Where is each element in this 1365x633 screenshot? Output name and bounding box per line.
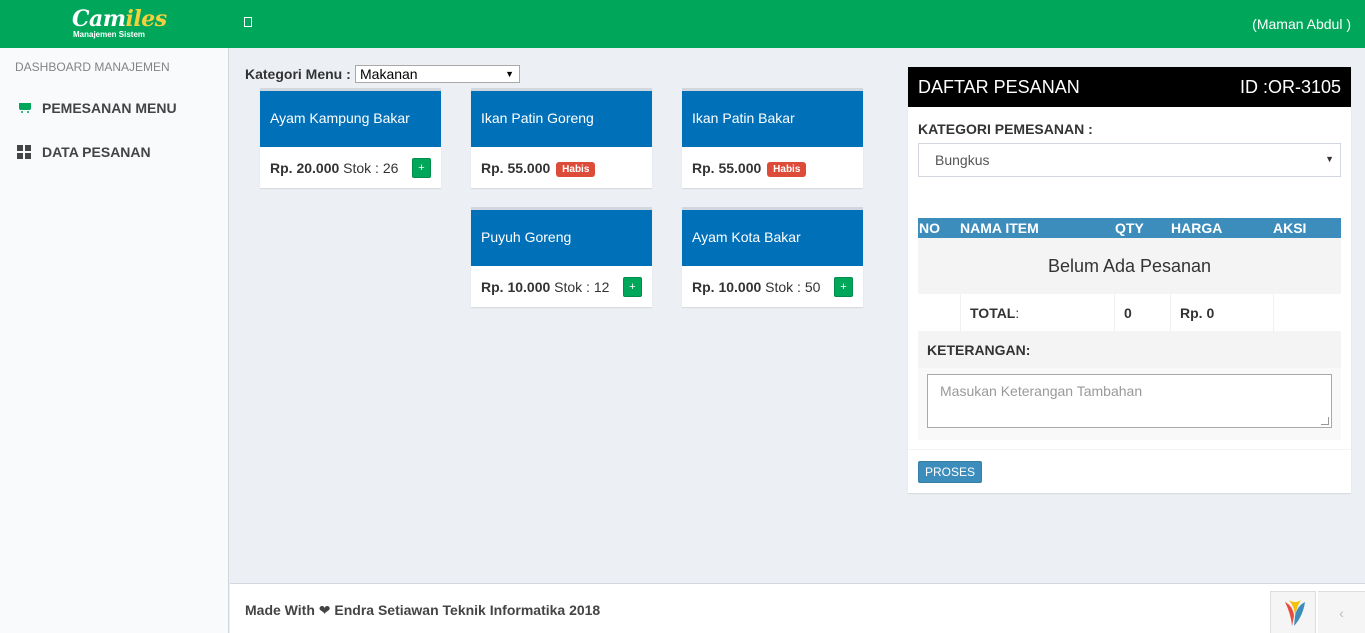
order-table-header: NO NAMA ITEM QTY HARGA AKSI (918, 218, 1341, 238)
total-label: TOTAL: (970, 305, 1020, 321)
menu-card: Ikan Patin Bakar Rp. 55.000 Habis (682, 88, 863, 188)
total-row: TOTAL: 0 Rp. 0 (918, 294, 1341, 332)
keterangan-label: KETERANGAN: (918, 332, 1341, 368)
kategori-pemesanan-label: KATEGORI PEMESANAN : (918, 121, 1093, 137)
add-to-order-button[interactable]: + (412, 158, 431, 178)
order-id: ID :OR-3105 (1239, 76, 1341, 97)
proses-button[interactable]: PROSES (918, 461, 983, 483)
shopping-cart-icon (17, 101, 33, 115)
user-menu[interactable]: (Maman Abdul ) (1252, 16, 1351, 32)
menu-card: Puyuh Goreng Rp. 10.000 Stok : 12 + (471, 207, 652, 307)
column-header: AKSI (1273, 220, 1307, 236)
footer: Made With ❤ Endra Setiawan Teknik Inform… (230, 583, 1365, 633)
menu-item-price: Rp. 10.000 (481, 279, 551, 295)
menu-item-name: Ikan Patin Goreng (471, 91, 652, 147)
column-header: NO (919, 220, 940, 236)
menu-card: Ayam Kampung Bakar Rp. 20.000 Stok : 26 … (260, 88, 441, 188)
camiles-logo[interactable]: Camiles Manajemen Sistem (72, 8, 167, 44)
menu-item-price: Rp. 55.000 (481, 160, 551, 176)
order-panel: DAFTAR PESANAN ID :OR-3105 KATEGORI PEME… (908, 67, 1351, 493)
sidebar-toggle-icon[interactable] (244, 15, 254, 29)
add-to-order-button[interactable]: + (834, 277, 853, 297)
sidebar-item-data-pesanan[interactable]: DATA PESANAN (0, 132, 229, 172)
column-header: HARGA (1171, 220, 1223, 236)
menu-item-name: Ikan Patin Bakar (682, 91, 863, 147)
order-panel-title: DAFTAR PESANAN (918, 76, 1080, 97)
dropdown-arrow-icon: ▼ (1325, 154, 1334, 164)
menu-card: Ikan Patin Goreng Rp. 55.000 Habis (471, 88, 652, 188)
kategori-menu-label: Kategori Menu : (245, 66, 351, 82)
column-header: QTY (1115, 220, 1144, 236)
menu-item-price: Rp. 55.000 (692, 160, 762, 176)
menu-item-price: Rp. 20.000 (270, 160, 340, 176)
resize-handle-icon[interactable] (1321, 417, 1329, 425)
sold-out-badge: Habis (556, 162, 596, 177)
menu-card: Ayam Kota Bakar Rp. 10.000 Stok : 50 + (682, 207, 863, 307)
total-price: Rp. 0 (1180, 305, 1215, 321)
dashboard-grid-icon (17, 145, 33, 159)
menu-item-stock: Stok : 50 (765, 279, 821, 295)
sidebar-item-label: DATA PESANAN (42, 144, 151, 160)
collapse-chevron-icon[interactable]: ‹ (1318, 591, 1365, 633)
menu-item-stock: Stok : 12 (554, 279, 610, 295)
keterangan-textarea[interactable]: Masukan Keterangan Tambahan (927, 374, 1332, 428)
top-navbar: Camiles Manajemen Sistem (Maman Abdul ) (0, 0, 1365, 48)
menu-item-name: Puyuh Goreng (471, 210, 652, 266)
sidebar-item-pemesanan-menu[interactable]: PEMESANAN MENU (0, 88, 229, 128)
order-panel-header: DAFTAR PESANAN ID :OR-3105 (908, 67, 1351, 107)
add-to-order-button[interactable]: + (623, 277, 642, 297)
footer-credit: Made With ❤ Endra Setiawan Teknik Inform… (245, 602, 601, 618)
empty-order-message: Belum Ada Pesanan (918, 238, 1341, 294)
sold-out-badge: Habis (767, 162, 807, 177)
menu-item-name: Ayam Kota Bakar (682, 210, 863, 266)
order-table: NO NAMA ITEM QTY HARGA AKSI Belum Ada Pe… (918, 218, 1341, 440)
total-qty: 0 (1124, 305, 1132, 321)
menu-item-name: Ayam Kampung Bakar (260, 91, 441, 147)
sidebar-section-header: DASHBOARD MANAJEMEN (15, 60, 170, 74)
column-header: NAMA ITEM (960, 220, 1039, 236)
menu-item-stock: Stok : 26 (343, 160, 399, 176)
yii-debug-logo-icon[interactable] (1270, 591, 1316, 633)
kategori-pemesanan-select[interactable]: Bungkus ▼ (918, 143, 1341, 177)
sidebar-item-label: PEMESANAN MENU (42, 100, 177, 116)
kategori-menu-select[interactable]: Makanan ▼ (355, 65, 520, 83)
dropdown-arrow-icon: ▼ (505, 69, 514, 79)
menu-item-price: Rp. 10.000 (692, 279, 762, 295)
sidebar: DASHBOARD MANAJEMEN PEMESANAN MENU DATA … (0, 48, 229, 633)
